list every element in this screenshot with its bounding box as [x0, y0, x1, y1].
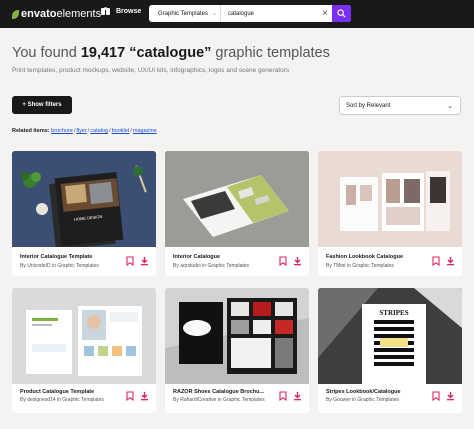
- browse-label: Browse: [116, 8, 142, 15]
- product-catalogue-preview: [12, 288, 156, 384]
- top-navigation-bar: envato elements Browse Graphic Templates …: [0, 0, 474, 28]
- template-thumbnail[interactable]: [12, 288, 156, 384]
- download-icon[interactable]: [140, 256, 149, 266]
- template-card[interactable]: Fashion Lookbook Catalogue By TMint in G…: [318, 151, 462, 276]
- separator: /: [109, 128, 111, 134]
- interior-catalogue-preview: [165, 151, 309, 247]
- related-link-catalog[interactable]: catalog: [90, 128, 108, 134]
- bookmark-icon[interactable]: [279, 256, 287, 266]
- template-thumbnail[interactable]: STRIPES: [318, 288, 462, 384]
- template-thumbnail[interactable]: HOME DESIGN: [12, 151, 156, 247]
- template-thumbnail[interactable]: [318, 151, 462, 247]
- envato-elements-logo[interactable]: envato elements: [12, 8, 101, 20]
- card-author[interactable]: By designesd14 in Graphic Templates: [20, 397, 125, 403]
- card-title[interactable]: Interior Catalogue Template: [20, 254, 125, 261]
- results-count: 19,417: [80, 45, 126, 61]
- card-title[interactable]: Stripes Lookbook/Catalogue: [326, 389, 431, 396]
- related-link-brochure[interactable]: brochure: [51, 128, 73, 134]
- results-query: “catalogue”: [125, 45, 212, 61]
- category-select[interactable]: Graphic Templates ⌄: [149, 5, 221, 22]
- fashion-lookbook-preview: [318, 151, 462, 247]
- browse-icon: [101, 7, 110, 15]
- show-filters-button[interactable]: + Show filters: [12, 96, 72, 114]
- chevron-down-icon: ⌄: [447, 103, 453, 110]
- bookmark-icon[interactable]: [432, 391, 440, 401]
- related-link-flyer[interactable]: flyer: [76, 128, 86, 134]
- razor-shoes-preview: [165, 288, 309, 384]
- template-card[interactable]: RAZOR Shoes Catalogue Brochu... By Rahar…: [165, 288, 309, 413]
- category-select-value: Graphic Templates: [158, 10, 208, 17]
- card-title[interactable]: RAZOR Shoes Catalogue Brochu...: [173, 389, 278, 396]
- template-thumbnail[interactable]: [165, 151, 309, 247]
- download-icon[interactable]: [293, 391, 302, 401]
- template-thumbnail[interactable]: [165, 288, 309, 384]
- card-author[interactable]: By UnicodeID in Graphic Templates: [20, 263, 125, 269]
- sort-dropdown-value: Sort by Relevant: [346, 102, 391, 109]
- close-icon[interactable]: ×: [318, 8, 332, 19]
- card-author[interactable]: By Gouwer in Graphic Templates: [326, 397, 431, 403]
- download-icon[interactable]: [140, 391, 149, 401]
- template-card[interactable]: Interior Catalogue By aqrstudio in Graph…: [165, 151, 309, 276]
- card-title[interactable]: Product Catalogue Template: [20, 389, 125, 396]
- template-card[interactable]: Product Catalogue Template By designesd1…: [12, 288, 156, 413]
- template-card[interactable]: STRIPES Stripes Lookbook/Catalogue By Go…: [318, 288, 462, 413]
- cover-title: STRIPES: [379, 309, 408, 317]
- bookmark-icon[interactable]: [432, 256, 440, 266]
- search-bar: Graphic Templates ⌄ ×: [149, 5, 351, 22]
- related-items-label: Related items:: [12, 128, 50, 134]
- separator: /: [130, 128, 132, 134]
- card-author[interactable]: By TMint in Graphic Templates: [326, 263, 431, 269]
- bookmark-icon[interactable]: [279, 391, 287, 401]
- results-heading: You found 19,417 “catalogue” graphic tem…: [12, 45, 330, 61]
- results-suffix: graphic templates: [211, 45, 330, 61]
- search-icon: [337, 9, 346, 18]
- related-link-booklet[interactable]: booklet: [112, 128, 130, 134]
- logo-text-light: elements: [56, 8, 102, 20]
- bookmark-icon[interactable]: [126, 256, 134, 266]
- card-author[interactable]: By RahardiCreative in Graphic Templates: [173, 397, 278, 403]
- card-title[interactable]: Interior Catalogue: [173, 254, 278, 261]
- search-input[interactable]: [221, 5, 318, 22]
- card-title[interactable]: Fashion Lookbook Catalogue: [326, 254, 431, 261]
- results-subheading: Print templates, product mockups, websit…: [12, 67, 290, 74]
- related-items: Related items: brochure/flyer/catalog/bo…: [12, 128, 157, 134]
- card-author[interactable]: By aqrstudio in Graphic Templates: [173, 263, 278, 269]
- sort-dropdown[interactable]: Sort by Relevant ⌄: [339, 96, 461, 115]
- browse-menu[interactable]: Browse: [101, 7, 141, 16]
- stripes-lookbook-preview: STRIPES: [318, 288, 462, 384]
- related-link-magazine[interactable]: magazine: [133, 128, 157, 134]
- results-prefix: You found: [12, 45, 81, 61]
- results-count-query: 19,417 “catalogue”: [81, 45, 212, 61]
- bookmark-icon[interactable]: [126, 391, 134, 401]
- logo-text-bold: envato: [21, 8, 57, 20]
- template-card[interactable]: HOME DESIGN Interior Catalogue Template …: [12, 151, 156, 276]
- download-icon[interactable]: [446, 256, 455, 266]
- download-icon[interactable]: [446, 391, 455, 401]
- leaf-icon: [12, 9, 19, 19]
- chevron-down-icon: ⌄: [211, 11, 217, 17]
- download-icon[interactable]: [293, 256, 302, 266]
- search-button[interactable]: [332, 5, 351, 22]
- interior-catalogue-preview: HOME DESIGN: [12, 151, 156, 247]
